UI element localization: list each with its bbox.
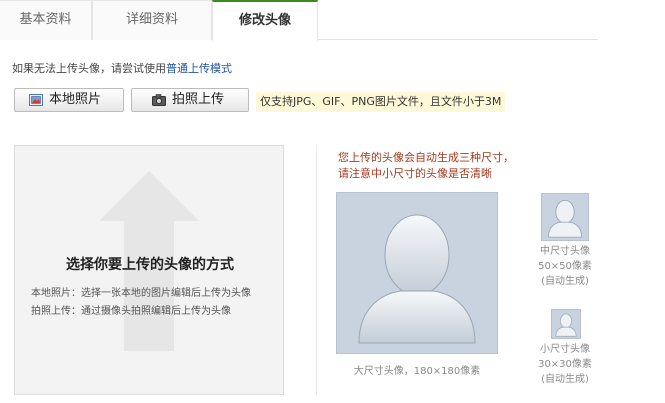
small-avatar-title: 小尺寸头像 [540, 344, 590, 355]
large-avatar-caption: 大尺寸头像，180×180像素 [353, 366, 481, 377]
medium-avatar-caption: 中尺寸头像 50×50像素 (自动生成) [525, 244, 605, 289]
size-notice: 您上传的头像会自动生成三种尺寸， 请注意中小尺寸的头像是否清晰 [338, 150, 514, 182]
medium-avatar-title: 中尺寸头像 [540, 246, 590, 257]
small-avatar-caption: 小尺寸头像 30×30像素 (自动生成) [525, 342, 605, 387]
small-avatar-preview [551, 309, 581, 339]
tab-detail-info[interactable]: 详细资料 [92, 0, 212, 40]
upload-hint-text: 如果无法上传头像，请尝试使用 [12, 62, 166, 75]
local-photo-label: 本地照片 [49, 92, 102, 107]
upload-hint: 如果无法上传头像，请尝试使用普通上传模式 [12, 60, 232, 76]
avatar-placeholder-icon [555, 313, 577, 337]
local-photo-description: 本地照片：选择一张本地的图片编辑后上传为头像 [31, 288, 251, 299]
normal-upload-link[interactable]: 普通上传模式 [166, 62, 232, 75]
large-avatar-preview [336, 192, 498, 354]
tab-basic-info[interactable]: 基本资料 [0, 0, 92, 40]
medium-avatar-auto: (自动生成) [541, 276, 589, 287]
camera-upload-label: 拍照上传 [172, 92, 225, 107]
picture-icon [29, 94, 43, 106]
upload-method-title: 选择你要上传的头像的方式 [66, 257, 234, 273]
local-photo-button[interactable]: 本地照片 [14, 88, 124, 112]
small-avatar-size: 30×30像素 [538, 359, 592, 370]
size-notice-line1: 您上传的头像会自动生成三种尺寸， [338, 151, 514, 164]
tab-bar: 基本资料 详细资料 修改头像 [0, 0, 598, 41]
camera-upload-button[interactable]: 拍照上传 [131, 88, 249, 112]
medium-avatar-preview [541, 193, 589, 241]
medium-avatar-size: 50×50像素 [538, 261, 592, 272]
avatar-placeholder-icon [358, 214, 476, 344]
upload-area[interactable]: 选择你要上传的头像的方式 本地照片：选择一张本地的图片编辑后上传为头像 拍照上传… [14, 145, 284, 395]
size-notice-line2: 请注意中小尺寸的头像是否清晰 [338, 167, 492, 180]
tab-change-avatar[interactable]: 修改头像 [212, 0, 318, 41]
avatar-placeholder-icon [547, 199, 583, 238]
small-avatar-auto: (自动生成) [541, 374, 589, 385]
divider [316, 145, 317, 395]
camera-upload-description: 拍照上传：通过摄像头拍照编辑后上传为头像 [31, 306, 231, 317]
camera-icon [152, 94, 166, 106]
file-requirement-note: 仅支持JPG、GIF、PNG图片文件，且文件小于3M [256, 92, 506, 112]
